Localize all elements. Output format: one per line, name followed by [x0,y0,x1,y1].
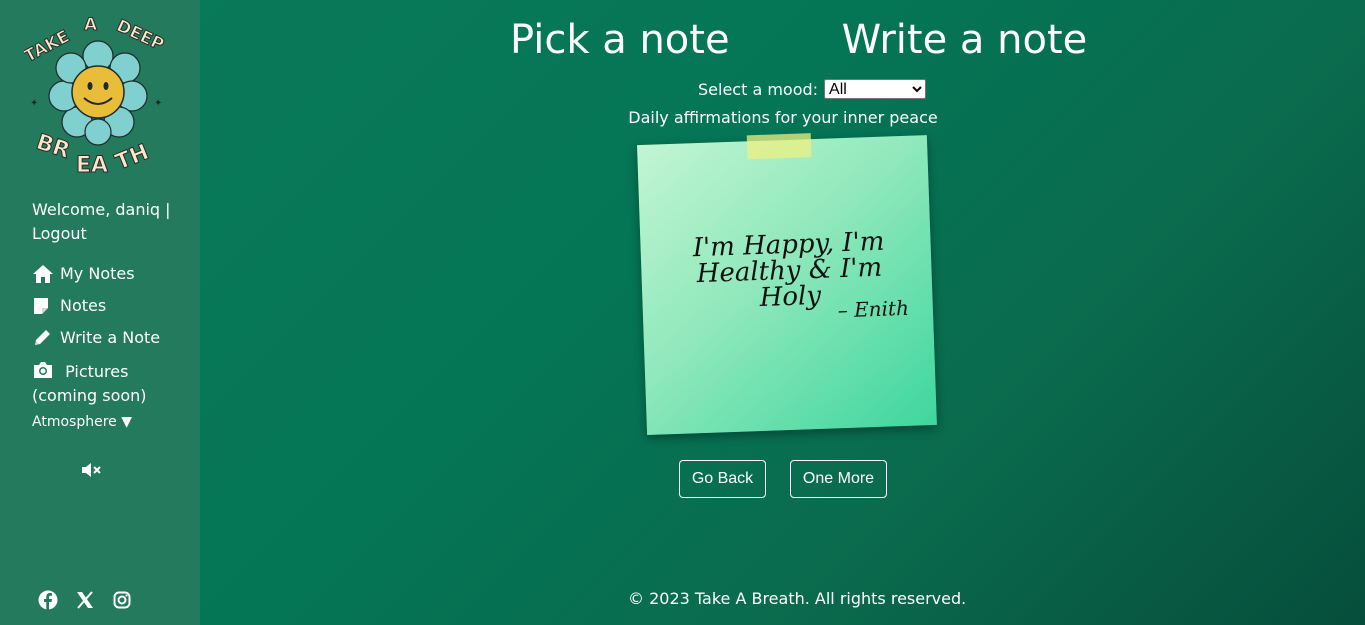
sidebar-item-pictures[interactable]: Pictures (coming soon) [32,358,192,408]
facebook-icon[interactable] [38,590,58,610]
instagram-icon[interactable] [112,590,132,610]
page-subtitle: Daily affirmations for your inner peace [628,108,938,127]
main-tabs: Pick a note Write a note [510,14,1087,66]
mood-select[interactable]: All [824,79,927,99]
tape-strip [746,133,812,160]
sticky-note-icon [34,298,48,314]
take-a-deep-breath-logo[interactable]: TAKE A DEEP BR EA TH ✦ ✦ [24,14,172,179]
mood-selector: Select a mood: All [698,79,927,99]
affirmation-note: I'm Happy, I'm Healthy & I'm Holy – Enit… [633,131,943,441]
tab-pick-note[interactable]: Pick a note [510,14,730,66]
welcome-text: Welcome, daniq | [32,200,171,219]
welcome-message: Welcome, daniq | Logout [32,198,192,246]
sticky-note-card: I'm Happy, I'm Healthy & I'm Holy – Enit… [636,133,937,436]
affirmation-author: – Enith [837,295,910,323]
one-more-button[interactable]: One More [790,460,887,498]
svg-text:DEEP: DEEP [113,16,167,55]
sidebar-item-label: Write a Note [60,328,161,347]
sidebar-item-my-notes[interactable]: My Notes [32,262,192,286]
home-icon [33,265,53,283]
social-links [38,590,132,610]
sidebar-item-label: Notes [60,296,107,315]
sidebar-item-write-note[interactable]: Write a Note [32,326,192,350]
sidebar-item-notes[interactable]: Notes [32,294,192,318]
x-icon[interactable] [75,590,95,610]
svg-text:BR: BR [33,130,73,164]
sidebar-item-label: My Notes [60,264,135,283]
volume-mute-icon[interactable] [80,460,102,480]
footer-copyright: © 2023 Take A Breath. All rights reserve… [628,589,967,608]
mood-label: Select a mood: [698,79,819,99]
svg-text:TH: TH [112,140,152,176]
sidebar: TAKE A DEEP BR EA TH ✦ ✦ Welcome, daniq … [0,0,200,625]
tab-write-note[interactable]: Write a note [842,14,1088,66]
pencil-icon [35,330,50,345]
camera-icon [34,362,52,378]
sidebar-nav: My Notes Notes Write a Note Pictures (co… [32,262,192,416]
go-back-button[interactable]: Go Back [679,460,766,498]
logout-link[interactable]: Logout [32,224,87,243]
svg-text:A: A [84,15,98,35]
atmosphere-dropdown[interactable]: Atmosphere ▼ [32,414,132,430]
svg-text:EA: EA [76,153,108,178]
